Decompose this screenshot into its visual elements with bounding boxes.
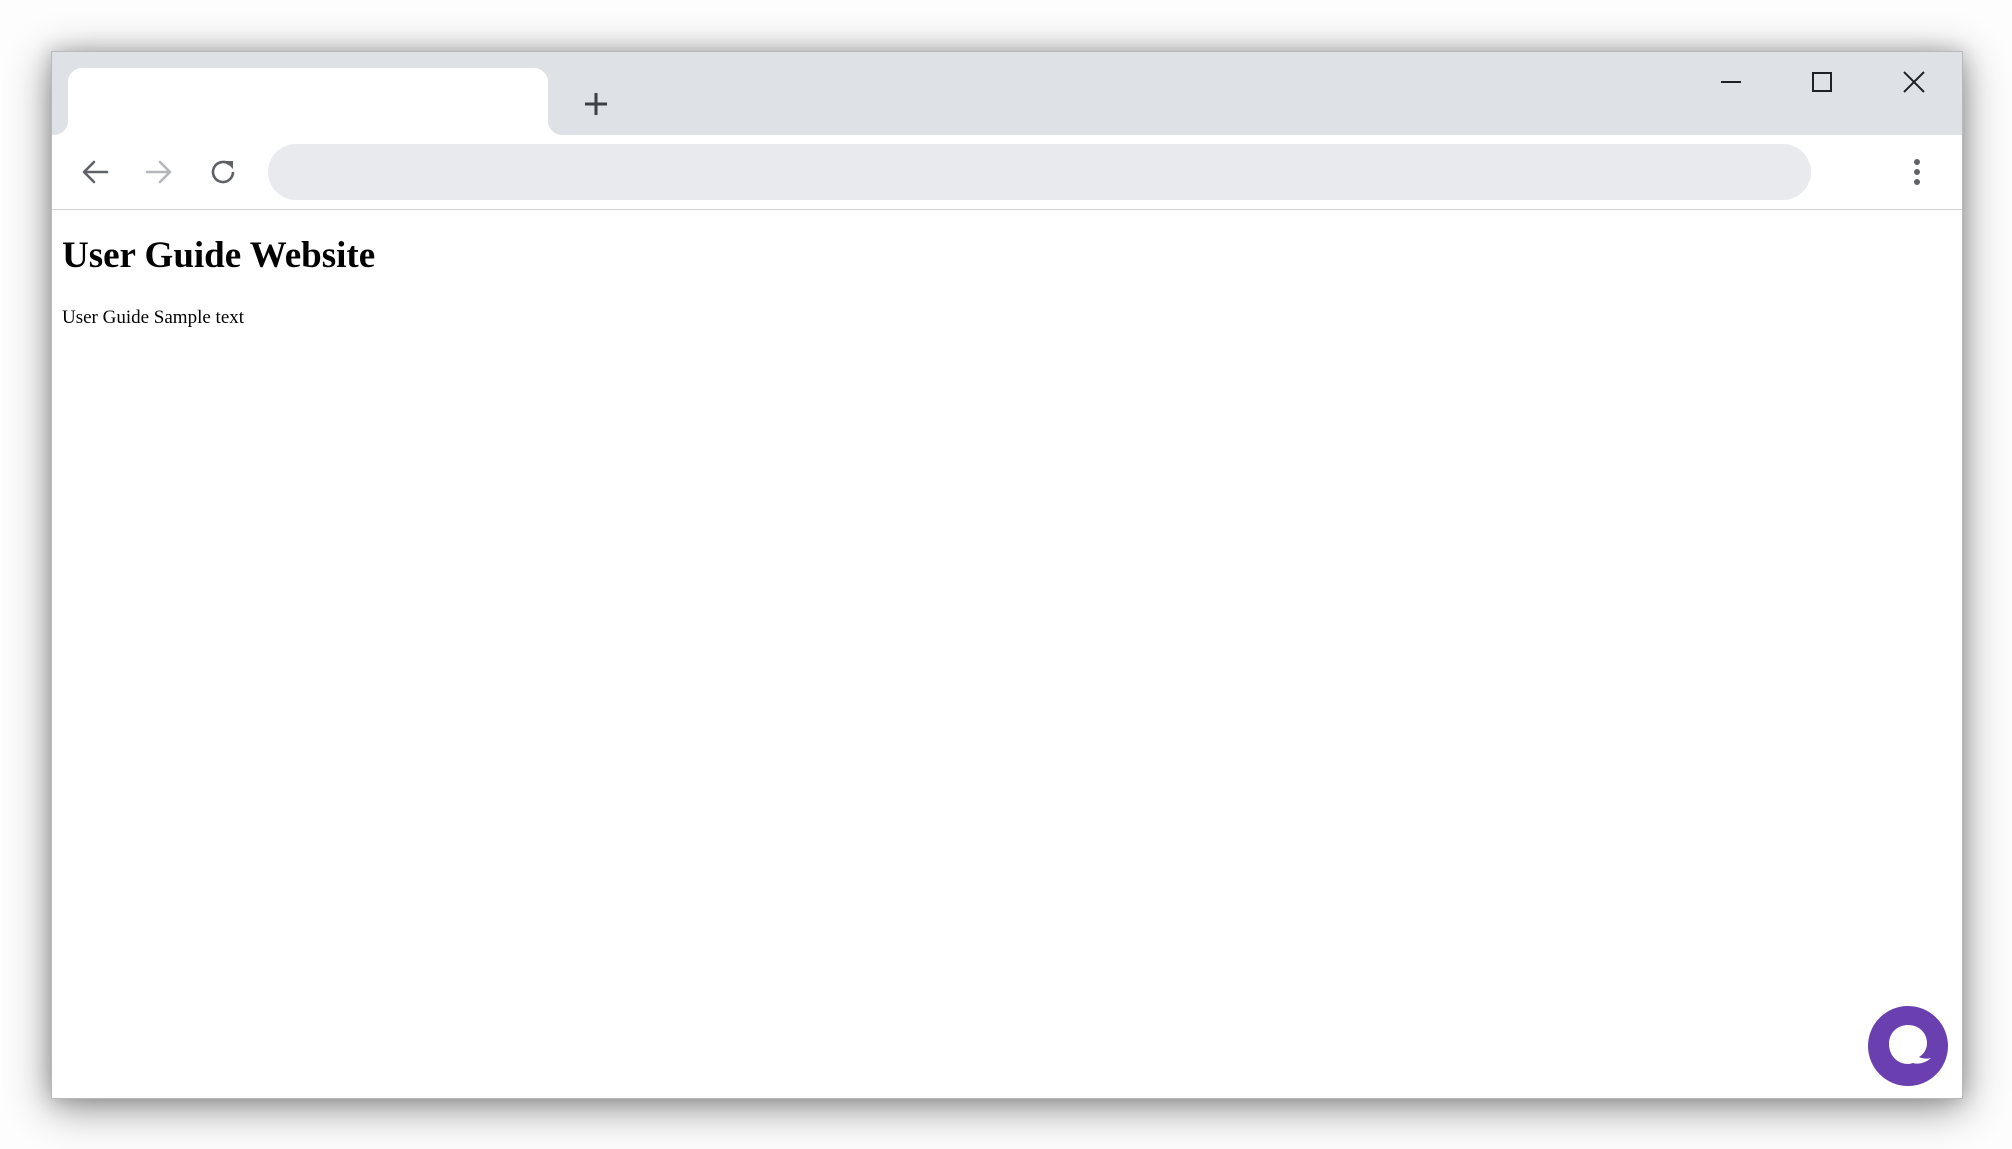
browser-window: User Guide Website User Guide Sample tex… bbox=[51, 51, 1963, 1099]
close-icon bbox=[1903, 71, 1925, 93]
browser-toolbar bbox=[52, 135, 1962, 210]
back-button[interactable] bbox=[72, 149, 118, 195]
reload-icon bbox=[211, 160, 235, 184]
address-bar[interactable] bbox=[268, 144, 1811, 200]
reload-button[interactable] bbox=[200, 149, 246, 195]
browser-tab[interactable] bbox=[68, 68, 548, 135]
maximize-button[interactable] bbox=[1792, 62, 1852, 102]
more-vertical-icon bbox=[1914, 159, 1920, 185]
chat-widget-button[interactable] bbox=[1868, 1006, 1948, 1086]
minimize-icon bbox=[1721, 81, 1741, 83]
page-body-text: User Guide Sample text bbox=[62, 307, 245, 328]
page-content: User Guide Website User Guide Sample tex… bbox=[52, 210, 1962, 1098]
page-title: User Guide Website bbox=[62, 235, 376, 276]
tab-strip bbox=[52, 52, 1962, 135]
maximize-icon bbox=[1812, 72, 1832, 92]
close-window-button[interactable] bbox=[1884, 62, 1944, 102]
desktop: User Guide Website User Guide Sample tex… bbox=[0, 0, 2012, 1149]
chat-bubble-icon bbox=[1889, 1025, 1931, 1064]
arrow-right-icon bbox=[145, 160, 172, 184]
plus-icon bbox=[585, 93, 607, 115]
new-tab-button[interactable] bbox=[576, 84, 616, 124]
forward-button[interactable] bbox=[136, 149, 182, 195]
arrow-left-icon bbox=[82, 160, 109, 184]
minimize-button[interactable] bbox=[1701, 62, 1761, 102]
browser-menu-button[interactable] bbox=[1894, 149, 1940, 195]
